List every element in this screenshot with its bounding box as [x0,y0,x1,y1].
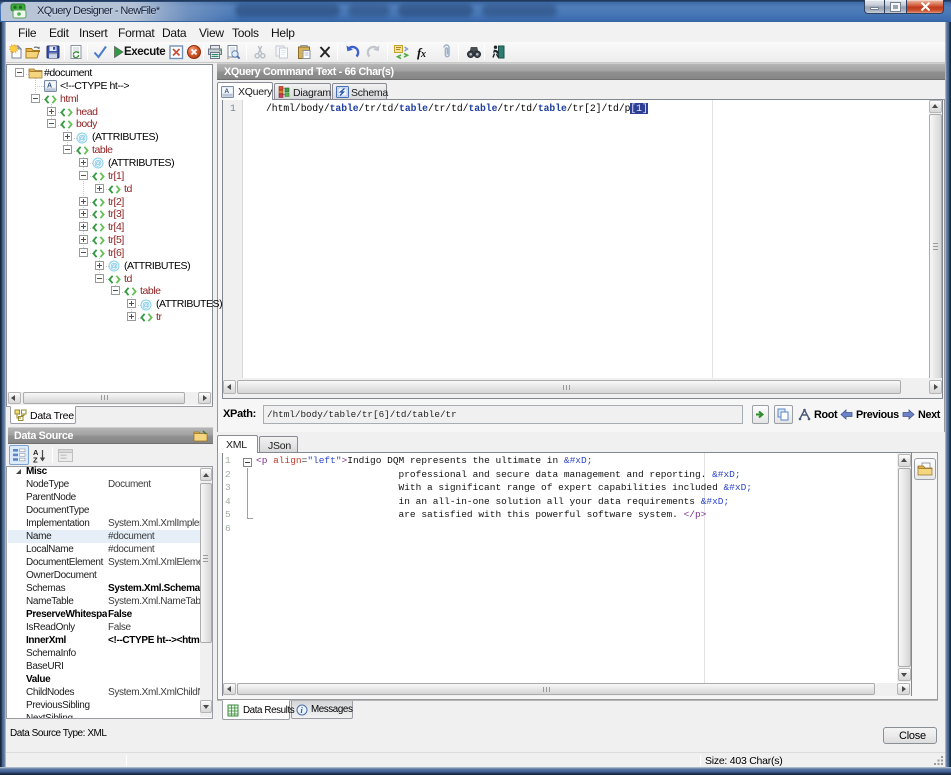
svg-text:@: @ [94,159,101,168]
svg-text:Z: Z [33,456,38,464]
svg-text:A: A [224,88,229,95]
svg-text:@: @ [142,300,149,309]
svg-text:@: @ [110,262,117,271]
svg-text:@: @ [78,133,85,142]
svg-text:A: A [47,82,52,89]
